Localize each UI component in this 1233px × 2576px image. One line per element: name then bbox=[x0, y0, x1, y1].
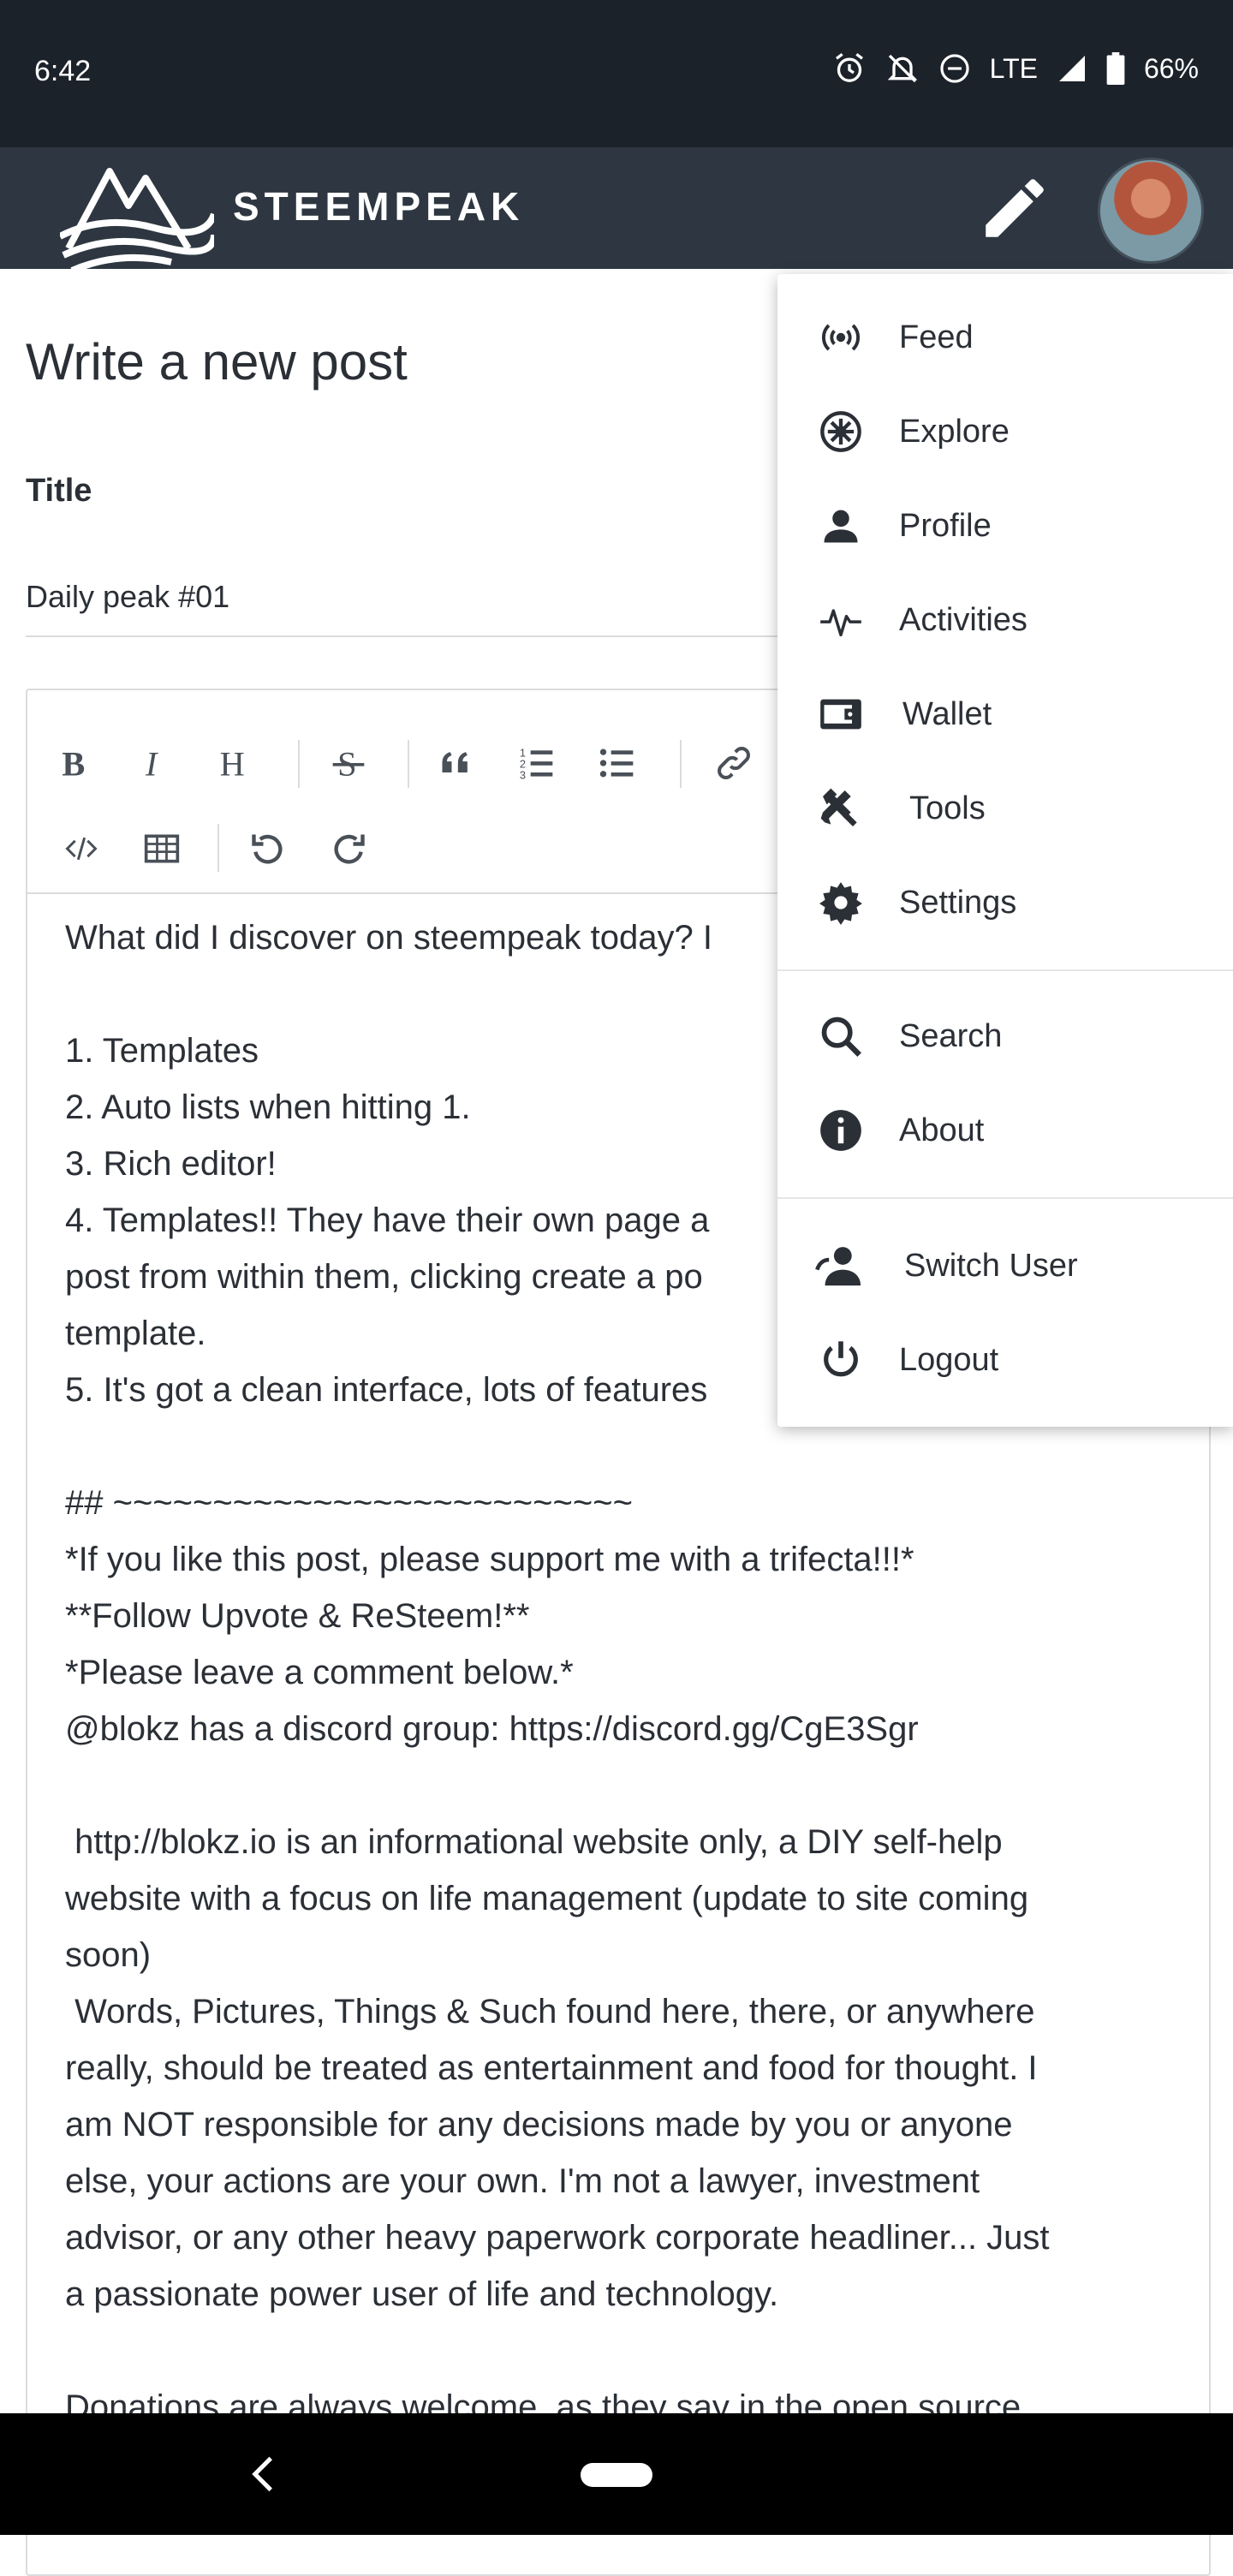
profile-icon bbox=[815, 500, 867, 552]
undo-icon[interactable] bbox=[238, 819, 298, 879]
status-bar: 6:42 LTE 66% bbox=[0, 0, 1233, 147]
menu-label: Search bbox=[899, 1017, 1003, 1054]
toolbar-divider bbox=[408, 740, 409, 788]
back-icon[interactable] bbox=[250, 2454, 276, 2498]
table-icon[interactable] bbox=[132, 819, 192, 879]
logout-icon bbox=[815, 1334, 867, 1386]
menu-label: Feed bbox=[899, 319, 974, 355]
menu-label: Logout bbox=[899, 1341, 999, 1378]
editor-line: @blokz has a discord group: https://disc… bbox=[65, 1710, 919, 1748]
status-icons: LTE 66% bbox=[832, 51, 1199, 86]
editor-line: Words, Pictures, Things & Such found her… bbox=[65, 1993, 1035, 2030]
activities-icon bbox=[815, 594, 867, 646]
editor-line: else, your actions are your own. I'm not… bbox=[65, 2162, 980, 2200]
menu-item-profile[interactable]: Profile bbox=[777, 483, 1233, 569]
italic-icon[interactable]: I bbox=[125, 733, 185, 793]
editor-line: http://blokz.io is an informational webs… bbox=[65, 1823, 1003, 1861]
menu-item-wallet[interactable]: Wallet bbox=[777, 671, 1233, 757]
tools-icon bbox=[815, 783, 867, 834]
editor-line: *If you like this post, please support m… bbox=[65, 1541, 914, 1578]
unordered-list-icon[interactable] bbox=[587, 733, 647, 793]
code-icon[interactable] bbox=[51, 819, 111, 879]
menu-label: Tools bbox=[909, 790, 986, 826]
pencil-icon[interactable] bbox=[976, 170, 1053, 251]
svg-text:I: I bbox=[145, 745, 158, 782]
editor-line: ## ~~~~~~~~~~~~~~~~~~~~~~~~~~ bbox=[65, 1484, 633, 1522]
user-menu: Feed Explore Profile Activities Wallet T… bbox=[777, 274, 1233, 1427]
menu-divider bbox=[777, 1197, 1233, 1199]
settings-icon bbox=[815, 877, 867, 928]
title-label: Title bbox=[26, 473, 92, 509]
ordered-list-icon[interactable]: 123 bbox=[507, 733, 567, 793]
heading-icon[interactable]: H bbox=[206, 733, 265, 793]
toolbar-divider bbox=[680, 740, 682, 788]
menu-label: Settings bbox=[899, 884, 1017, 921]
editor-line: am NOT responsible for any decisions mad… bbox=[65, 2106, 1013, 2144]
toolbar-divider bbox=[298, 740, 300, 788]
menu-divider bbox=[777, 969, 1233, 971]
editor-line: *Please leave a comment below.* bbox=[65, 1654, 574, 1691]
signal-icon bbox=[1057, 53, 1087, 84]
editor-line: soon) bbox=[65, 1936, 152, 1974]
search-icon bbox=[815, 1011, 867, 1062]
app-header: STEEMPEAK bbox=[0, 147, 1233, 274]
quote-icon[interactable] bbox=[426, 733, 486, 793]
dnd-icon bbox=[938, 52, 971, 85]
editor-line: advisor, or any other heavy paperwork co… bbox=[65, 2219, 1050, 2257]
menu-item-switch-user[interactable]: Switch User bbox=[777, 1223, 1233, 1309]
brand-name: STEEMPEAK bbox=[233, 184, 525, 229]
wallet-icon bbox=[815, 689, 867, 740]
redo-icon[interactable] bbox=[319, 819, 378, 879]
steempeak-logo[interactable] bbox=[58, 154, 217, 274]
menu-label: Wallet bbox=[902, 695, 992, 732]
toolbar-divider bbox=[217, 824, 219, 872]
editor-line: **Follow Upvote & ReSteem!** bbox=[65, 1597, 530, 1635]
menu-item-settings[interactable]: Settings bbox=[777, 860, 1233, 945]
status-time: 6:42 bbox=[34, 55, 92, 87]
about-icon bbox=[815, 1105, 867, 1156]
menu-label: Explore bbox=[899, 413, 1010, 450]
editor-line: website with a focus on life management … bbox=[65, 1880, 1029, 1917]
explore-icon bbox=[815, 406, 867, 457]
link-icon[interactable] bbox=[704, 733, 764, 793]
battery-percent: 66% bbox=[1143, 52, 1199, 84]
svg-text:H: H bbox=[220, 745, 245, 782]
menu-item-explore[interactable]: Explore bbox=[777, 389, 1233, 474]
menu-item-activities[interactable]: Activities bbox=[777, 577, 1233, 663]
menu-item-logout[interactable]: Logout bbox=[777, 1317, 1233, 1403]
menu-item-tools[interactable]: Tools bbox=[777, 766, 1233, 851]
svg-text:B: B bbox=[62, 745, 85, 782]
svg-text:3: 3 bbox=[520, 768, 526, 781]
do-not-disturb-bell-icon bbox=[885, 51, 920, 86]
feed-icon bbox=[815, 312, 867, 363]
editor-line: really, should be treated as entertainme… bbox=[65, 2049, 1038, 2087]
avatar[interactable] bbox=[1098, 158, 1204, 264]
menu-label: Switch User bbox=[904, 1247, 1078, 1284]
menu-item-about[interactable]: About bbox=[777, 1088, 1233, 1173]
strikethrough-icon[interactable]: S bbox=[319, 733, 378, 793]
menu-item-feed[interactable]: Feed bbox=[777, 295, 1233, 380]
home-pill[interactable] bbox=[581, 2463, 652, 2487]
switch-user-icon bbox=[815, 1240, 867, 1291]
page-title: Write a new post bbox=[26, 333, 408, 391]
menu-label: Activities bbox=[899, 601, 1028, 638]
bold-icon[interactable]: B bbox=[45, 733, 104, 793]
alarm-icon bbox=[832, 51, 867, 86]
network-type: LTE bbox=[989, 52, 1038, 84]
menu-label: Profile bbox=[899, 507, 992, 544]
editor-line: a passionate power user of life and tech… bbox=[65, 2275, 779, 2313]
menu-label: About bbox=[899, 1112, 985, 1148]
system-nav-bar bbox=[0, 2413, 1233, 2535]
menu-item-search[interactable]: Search bbox=[777, 993, 1233, 1079]
battery-icon bbox=[1106, 52, 1125, 85]
